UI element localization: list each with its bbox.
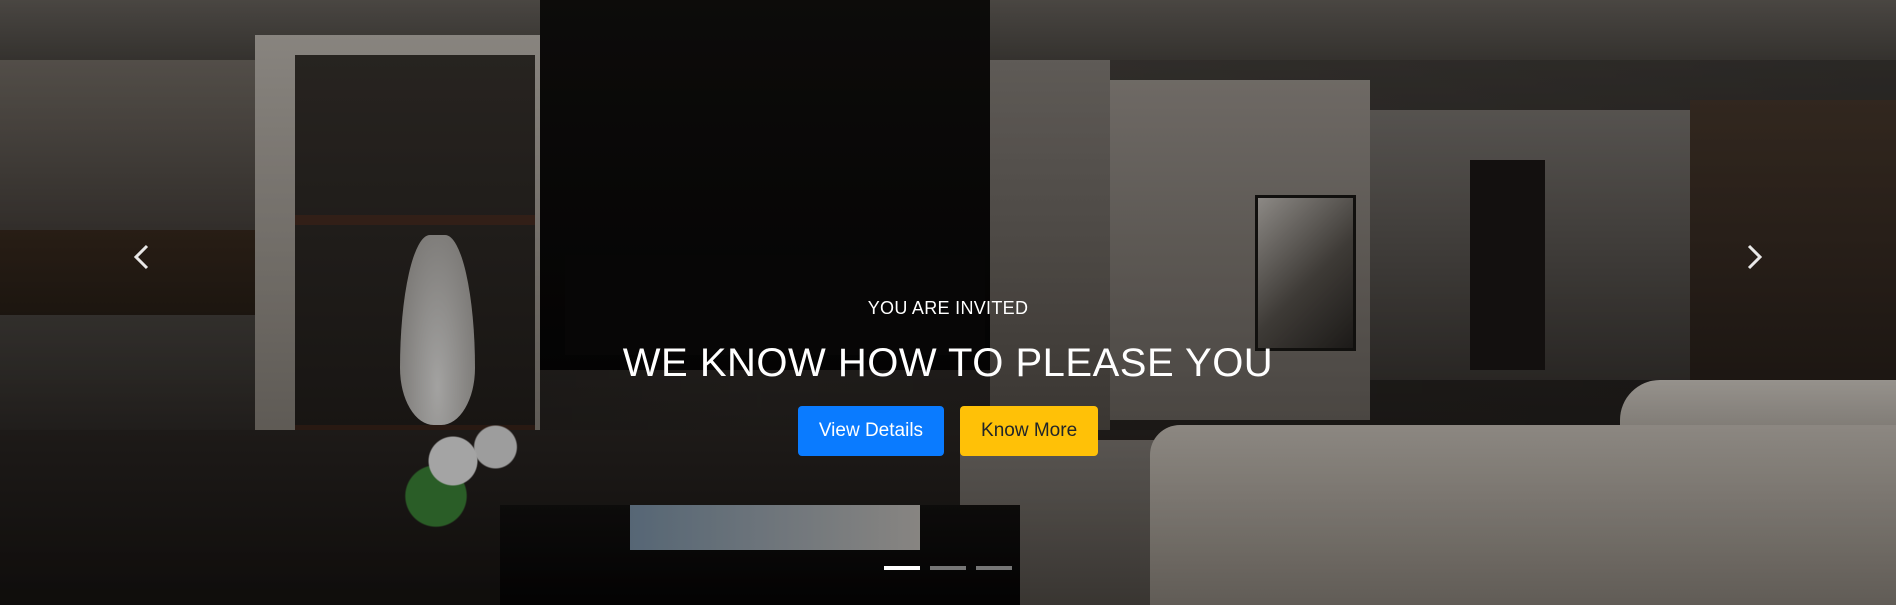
view-details-button[interactable]: View Details [797, 406, 945, 456]
hero-carousel: YOU ARE INVITED WE KNOW HOW TO PLEASE YO… [0, 0, 1896, 605]
caption-headline: WE KNOW HOW TO PLEASE YOU [622, 341, 1274, 385]
carousel-indicator[interactable] [930, 566, 966, 570]
caption-button-row: View Details Know More [0, 406, 1896, 456]
carousel-indicator[interactable] [884, 566, 920, 570]
carousel-prev-button[interactable] [122, 240, 162, 280]
chevron-right-icon [1743, 242, 1765, 278]
carousel-caption: YOU ARE INVITED WE KNOW HOW TO PLEASE YO… [0, 298, 1896, 456]
caption-subtitle: YOU ARE INVITED [867, 298, 1029, 318]
know-more-button[interactable]: Know More [960, 406, 1099, 456]
carousel-next-button[interactable] [1734, 240, 1774, 280]
chevron-left-icon [131, 242, 153, 278]
carousel-indicators [0, 566, 1896, 570]
carousel-indicator[interactable] [976, 566, 1012, 570]
